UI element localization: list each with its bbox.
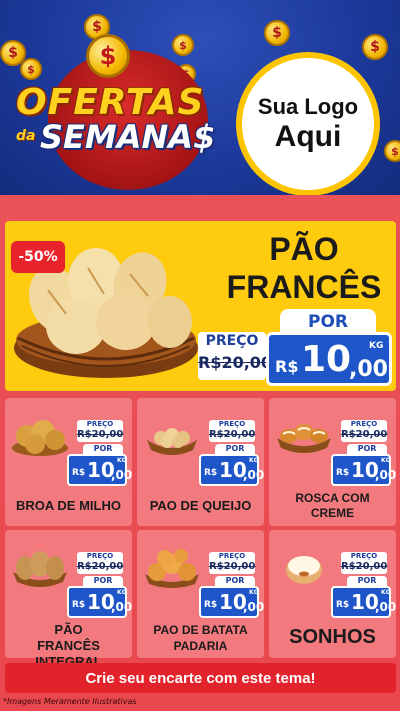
featured-name-line1: PÃO — [269, 231, 339, 267]
product-card: PREÇO R$20,00 POR R$ 10 ,00 KG BROA DE M… — [5, 398, 132, 526]
price-unit: KG — [381, 457, 391, 464]
preco-label: PREÇO — [86, 552, 114, 560]
price-unit: KG — [249, 589, 259, 596]
big-coin-icon: $ — [86, 34, 130, 78]
currency-label: R$ — [72, 468, 86, 478]
logo-placeholder: Sua Logo Aqui — [236, 52, 380, 195]
product-name: ROSCA COM CREME — [295, 491, 370, 520]
coin-icon: $ — [362, 34, 388, 60]
product-name: PAO DE QUEIJO — [149, 498, 252, 513]
product-name: BROA DE MILHO — [16, 498, 121, 513]
product-card: PREÇO R$20,00 POR R$ 10 ,00 KG ROSCA COM… — [269, 398, 396, 526]
disclaimer-text: *Imagens Meramente Ilustrativas — [3, 697, 137, 706]
currency-label: R$ — [336, 468, 350, 478]
header-banner: $ $ $ $ $ $ $ $ $ OFERTAS da SEMANA$ Sua… — [0, 0, 400, 195]
price-decimal: ,00 — [375, 600, 397, 614]
price-decimal: ,00 — [243, 600, 265, 614]
currency-label: R$ — [204, 600, 218, 610]
title-ofertas: OFERTAS — [16, 82, 205, 123]
old-price: R$20,00 — [209, 429, 256, 440]
product-card: PREÇO R$20,00 POR R$ 10 ,00 KG PAO DE QU… — [137, 398, 264, 526]
featured-preco-label: PREÇO — [205, 333, 259, 349]
coin-icon: $ — [264, 20, 290, 46]
price-decimal: ,00 — [349, 357, 388, 382]
preco-label: PREÇO — [350, 552, 378, 560]
logo-text-line1: Sua Logo — [257, 94, 359, 119]
product-card: PREÇO R$20,00 POR R$ 10 ,00 KG PÃO FRANC… — [5, 530, 132, 669]
cta-button[interactable]: Crie seu encarte com este tema! — [5, 663, 396, 693]
featured-product-name: PÃO FRANCÊS — [212, 230, 396, 306]
featured-old-price: R$20,00 — [198, 353, 273, 372]
featured-new-price: R$ 10 ,00 KG — [266, 332, 392, 386]
new-price: R$ 10 ,00 KG — [199, 454, 264, 486]
product-name: PAO DE BATATA PADARIA — [153, 623, 248, 653]
price-integer: 10 — [301, 339, 352, 380]
cheese-bread-icon — [147, 428, 197, 455]
preco-label: PREÇO — [350, 420, 378, 428]
price-unit: KG — [369, 341, 384, 351]
donut-icon — [286, 556, 322, 584]
title-semana: SEMANA$ — [40, 118, 216, 156]
coin-icon: $ — [20, 58, 42, 80]
old-price: R$20,00 — [341, 429, 388, 440]
price-decimal: ,00 — [375, 468, 397, 482]
product-card: PREÇO R$20,00 POR R$ 10 ,00 KG SONHOS — [269, 530, 396, 658]
product-name: SONHOS — [289, 626, 376, 648]
new-price: R$ 10 ,00 KG — [199, 586, 264, 618]
cream-bread-icon — [277, 424, 331, 453]
new-price: R$ 10 ,00 KG — [331, 586, 396, 618]
price-decimal: ,00 — [111, 468, 133, 482]
new-price: R$ 10 ,00 KG — [67, 586, 132, 618]
price-decimal: ,00 — [111, 600, 133, 614]
title-da: da — [16, 128, 36, 144]
preco-label: PREÇO — [218, 552, 246, 560]
preco-label: PREÇO — [218, 420, 246, 428]
logo-text-line2: Aqui — [274, 120, 342, 153]
price-unit: KG — [117, 457, 127, 464]
potato-bread-icon — [145, 549, 199, 588]
coin-icon: $ — [172, 34, 194, 56]
price-unit: KG — [117, 589, 127, 596]
currency-label: R$ — [72, 600, 86, 610]
wholegrain-bread-icon — [13, 551, 67, 587]
discount-badge: -50% — [11, 241, 65, 273]
featured-name-line2: FRANCÊS — [226, 269, 382, 305]
preco-label: PREÇO — [86, 420, 114, 428]
old-price: R$20,00 — [341, 561, 388, 572]
new-price: R$ 10 ,00 KG — [67, 454, 132, 486]
price-unit: KG — [249, 457, 259, 464]
price-unit: KG — [381, 589, 391, 596]
corn-bread-icon — [12, 420, 68, 456]
old-price: R$20,00 — [209, 561, 256, 572]
new-price: R$ 10 ,00 KG — [331, 454, 396, 486]
old-price: R$20,00 — [77, 429, 124, 440]
old-price: R$20,00 — [77, 561, 124, 572]
currency-label: R$ — [275, 357, 299, 376]
price-decimal: ,00 — [243, 468, 265, 482]
currency-label: R$ — [204, 468, 218, 478]
currency-label: R$ — [336, 600, 350, 610]
coin-icon: $ — [384, 140, 400, 162]
product-card: PREÇO R$20,00 POR R$ 10 ,00 KG PAO DE BA… — [137, 530, 264, 658]
